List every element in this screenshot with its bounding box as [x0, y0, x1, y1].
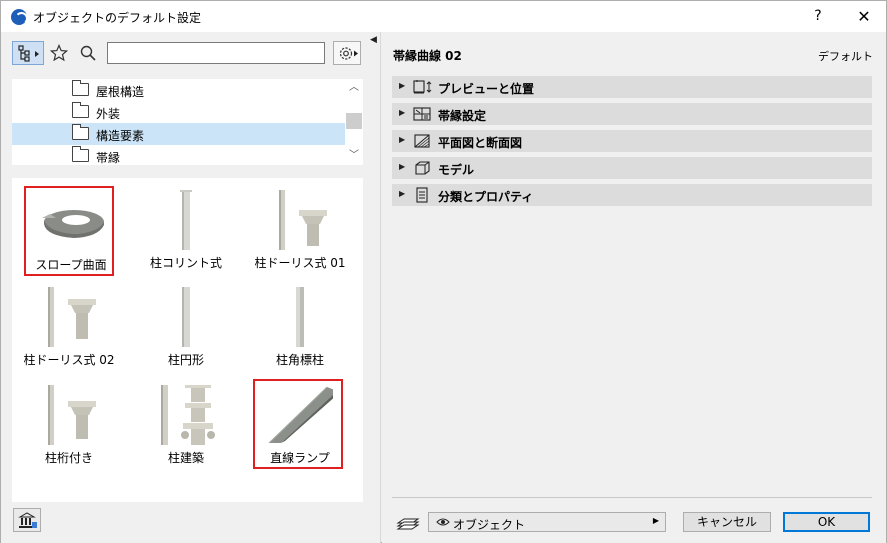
library-browser-pane: 屋根構造 外装 構造要素 帯縁 ︿ ﹀ スロープ曲面 柱コリント式 柱ドーリス式… — [1, 32, 371, 543]
library-manager-button[interactable] — [13, 508, 41, 532]
object-item-label: 柱円形 — [167, 353, 204, 367]
panel-label: プレビューと位置 — [438, 82, 535, 96]
cube-icon — [415, 161, 430, 175]
window-title: オブジェクトのデフォルト設定 — [33, 11, 202, 25]
ramp-curved-thumbnail — [42, 210, 104, 238]
panel-floorplan-section[interactable]: ▶ 平面図と断面図 — [392, 130, 872, 152]
panel-preview-position[interactable]: ▶ プレビューと位置 — [392, 76, 872, 98]
object-item-label: 直線ランプ — [270, 451, 330, 465]
title-bar: オブジェクトのデフォルト設定 ? ✕ — [1, 1, 886, 32]
layers-icon[interactable] — [396, 513, 420, 531]
object-item-column-architectural[interactable]: 柱建築 — [141, 381, 231, 471]
view-select-label: オブジェクト — [453, 518, 526, 532]
ramp-straight-thumbnail — [268, 386, 333, 444]
cancel-button[interactable]: キャンセル — [683, 512, 771, 532]
star-icon — [50, 44, 68, 62]
panel-label: 平面図と断面図 — [438, 136, 523, 150]
library-toolbar — [1, 32, 371, 76]
column-with-capital-thumbnail — [48, 287, 96, 347]
tree-scrollbar[interactable]: ︿ ﹀ — [345, 79, 363, 165]
tree-item-exterior[interactable]: 外装 — [12, 101, 345, 123]
tree-item-band[interactable]: 帯縁 — [12, 145, 345, 165]
expand-arrow-icon: ▶ — [399, 81, 406, 90]
default-label: デフォルト — [818, 50, 873, 63]
pane-splitter[interactable] — [12, 169, 363, 175]
tree-item-label: 帯縁 — [96, 151, 121, 165]
tree-item-label: 外装 — [96, 107, 121, 121]
column-with-capital-thumbnail — [161, 385, 215, 445]
object-item-label: スロープ曲面 — [35, 258, 107, 272]
panel-label: 帯縁設定 — [438, 109, 487, 123]
view-select[interactable]: オブジェクト ▶ — [428, 512, 666, 532]
help-button[interactable]: ? — [795, 1, 841, 32]
object-item-column-doric-01[interactable]: 柱ドーリス式 01 — [254, 186, 346, 276]
folder-icon — [72, 124, 89, 140]
column-with-capital-thumbnail — [48, 385, 96, 445]
object-item-column-with-beam[interactable]: 柱桁付き — [24, 381, 114, 471]
folder-icon — [72, 146, 89, 162]
chevron-right-icon: ▶ — [652, 516, 659, 525]
panel-classification-properties[interactable]: ▶ 分類とプロパティ — [392, 184, 872, 206]
settings-grid-icon — [413, 107, 431, 121]
pane-divider[interactable] — [371, 32, 381, 543]
document-icon — [416, 187, 428, 203]
library-settings-button[interactable] — [333, 41, 361, 65]
settings-pane: 帯縁曲線 02 デフォルト ▶ プレビューと位置 ▶ 帯縁設定 ▶ 平面図と断面… — [382, 32, 886, 543]
object-thumbnail-grid: スロープ曲面 柱コリント式 柱ドーリス式 01 柱ドーリス式 02 柱円形 柱角… — [12, 178, 363, 502]
tree-item-roof-structure[interactable]: 屋根構造 — [12, 79, 345, 101]
footer-separator — [392, 497, 872, 498]
object-default-settings-dialog: オブジェクトのデフォルト設定 ? ✕ 屋根構造 外装 構造要素 帯縁 ︿ ﹀ ス… — [0, 0, 887, 543]
collapse-pane-icon[interactable]: ◀ — [370, 35, 377, 45]
folder-tree: 屋根構造 外装 構造要素 帯縁 ︿ ﹀ — [12, 79, 363, 165]
floorplan-icon — [414, 134, 430, 148]
scroll-down-icon[interactable]: ﹀ — [345, 147, 363, 165]
expand-arrow-icon: ▶ — [399, 189, 406, 198]
object-item-label: 柱角標柱 — [275, 353, 324, 367]
preview-icon — [413, 80, 432, 94]
panel-label: モデル — [438, 163, 475, 177]
object-item-label: 柱ドーリス式 01 — [254, 256, 346, 270]
column-thumbnail — [180, 190, 192, 250]
object-item-column-doric-02[interactable]: 柱ドーリス式 02 — [23, 283, 115, 373]
tree-item-label: 構造要素 — [96, 129, 145, 143]
folder-icon — [72, 80, 89, 96]
object-item-label: 柱建築 — [167, 451, 204, 465]
panel-label: 分類とプロパティ — [438, 190, 534, 204]
column-with-capital-thumbnail — [279, 190, 327, 250]
library-tree-icon — [18, 45, 39, 62]
object-item-label: 柱コリント式 — [149, 256, 222, 270]
object-item-label: 柱ドーリス式 02 — [23, 353, 115, 367]
object-item-label: 柱桁付き — [44, 451, 93, 465]
selected-object-name: 帯縁曲線 02 — [393, 49, 462, 63]
search-toggle-button[interactable] — [75, 41, 99, 65]
close-button[interactable]: ✕ — [841, 1, 887, 32]
object-item-column-corinthian[interactable]: 柱コリント式 — [141, 186, 231, 276]
expand-arrow-icon: ▶ — [399, 162, 406, 171]
library-building-icon — [18, 512, 37, 528]
favorites-button[interactable] — [46, 41, 70, 65]
panel-band-settings[interactable]: ▶ 帯縁設定 — [392, 103, 872, 125]
column-thumbnail — [182, 287, 190, 347]
object-item-ramp-curved[interactable]: スロープ曲面 — [24, 186, 114, 276]
expand-arrow-icon: ▶ — [399, 108, 406, 117]
scroll-up-icon[interactable]: ︿ — [345, 79, 363, 97]
folder-icon — [72, 102, 89, 118]
column-thumbnail — [296, 287, 304, 347]
gear-icon — [339, 47, 358, 60]
expand-arrow-icon: ▶ — [399, 135, 406, 144]
object-item-ramp-straight[interactable]: 直線ランプ — [253, 379, 343, 469]
object-item-column-round[interactable]: 柱円形 — [141, 283, 231, 373]
library-view-button[interactable] — [12, 41, 44, 65]
scroll-thumb[interactable] — [346, 113, 362, 129]
ok-button[interactable]: OK — [783, 512, 870, 532]
tree-item-label: 屋根構造 — [96, 85, 145, 99]
object-item-column-square-post[interactable]: 柱角標柱 — [255, 283, 345, 373]
search-icon — [80, 45, 96, 61]
archicad-app-icon — [11, 9, 28, 25]
search-input[interactable] — [107, 42, 325, 64]
tree-item-structural-elements[interactable]: 構造要素 — [12, 123, 345, 145]
eye-icon — [436, 518, 450, 526]
panel-model[interactable]: ▶ モデル — [392, 157, 872, 179]
